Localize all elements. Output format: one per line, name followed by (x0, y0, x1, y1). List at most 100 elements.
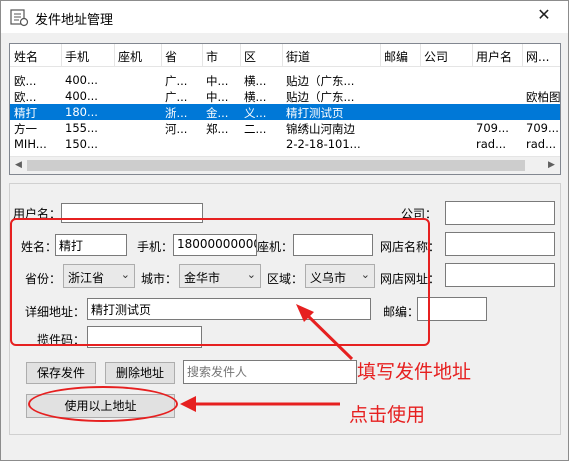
scrollbar-thumb[interactable] (27, 160, 525, 171)
phone-field[interactable]: 18000000000 (173, 234, 257, 256)
column-divider[interactable] (114, 44, 115, 66)
pickup-code-field[interactable] (87, 326, 202, 348)
column-divider[interactable] (240, 44, 241, 66)
table-cell: 浙... (165, 106, 188, 120)
table-cell: 欧... (14, 74, 37, 88)
table-cell: 广... (165, 74, 188, 88)
shop-url-field[interactable] (445, 263, 555, 287)
company-label: 公司： (401, 207, 438, 221)
column-header[interactable]: 公司 (424, 48, 448, 65)
shop-url-label: 网店网址： (380, 272, 441, 286)
table-row[interactable]: MIH... 150... 2-2-18-101... rad... rad... (10, 136, 560, 152)
table-row[interactable]: 方一 155... 河... 郑... 二... 锦绣山河南边 709... 709... (10, 120, 560, 136)
column-header[interactable]: 区 (244, 48, 256, 65)
shop-name-field[interactable] (445, 232, 555, 256)
column-divider[interactable] (161, 44, 162, 66)
chevron-down-icon: ⌄ (120, 268, 130, 281)
table-cell: 709... (526, 121, 559, 135)
zip-label: 邮编： (383, 305, 420, 319)
table-row[interactable]: 欧... 400... 广... 中... 横... 贴边（广东... (10, 72, 560, 88)
annotation-fill-address: 填写发件地址 (357, 361, 472, 383)
landline-label: 座机： (257, 240, 294, 254)
table-cell: 中... (206, 74, 229, 88)
table-cell: 横... (244, 90, 267, 104)
column-header[interactable]: 网... (526, 48, 549, 65)
title-bar: 发件地址管理 ✕ (1, 1, 568, 33)
city-value: 金华市 (184, 271, 221, 285)
table-cell: 二... (244, 122, 267, 136)
province-select[interactable]: 浙江省 ⌄ (63, 264, 135, 288)
column-header[interactable]: 座机 (118, 48, 142, 65)
app-icon (10, 9, 29, 27)
horizontal-scrollbar[interactable]: ◀ ▶ (10, 156, 560, 174)
table-cell: 郑... (206, 122, 229, 136)
name-label: 姓名： (21, 240, 58, 254)
province-value: 浙江省 (68, 271, 105, 285)
table-cell: 义... (244, 106, 267, 120)
city-select[interactable]: 金华市 ⌄ (179, 264, 261, 288)
table-cell: 400... (65, 89, 98, 103)
city-label: 城市： (141, 272, 178, 286)
table-cell: 贴边（广东... (286, 90, 355, 104)
table-cell: 欧柏图 (526, 90, 560, 104)
address-list[interactable]: 姓名 手机 座机 省 市 区 街道 邮编 公司 用户名 网... 欧... 400... 广... 中..… (9, 43, 561, 175)
table-cell: 中... (206, 90, 229, 104)
table-cell: rad... (526, 137, 557, 151)
district-select[interactable]: 义乌市 ⌄ (305, 264, 375, 288)
column-header[interactable]: 省 (165, 48, 177, 65)
zip-field[interactable] (417, 297, 487, 321)
shop-name-label: 网店名称： (380, 240, 441, 254)
table-cell: 精打 (14, 106, 37, 120)
table-cell: 锦绣山河南边 (286, 122, 355, 136)
table-row[interactable]: 精打 180... 浙... 金... 义... 精打测试页 (10, 104, 560, 120)
table-cell: 709... (476, 121, 509, 135)
delete-address-button[interactable]: 删除地址 (105, 362, 175, 384)
table-cell: MIH... (14, 137, 47, 151)
phone-label: 手机： (137, 240, 174, 254)
window-title: 发件地址管理 (35, 13, 114, 28)
column-divider[interactable] (472, 44, 473, 66)
pickup-code-label: 揽件码： (37, 333, 86, 347)
address-label: 详细地址： (25, 305, 86, 319)
address-field[interactable]: 精打测试页 (87, 298, 371, 320)
column-header[interactable]: 市 (206, 48, 218, 65)
search-sender-input[interactable] (183, 360, 357, 384)
table-row[interactable]: 欧... 400... 广... 中... 横... 贴边（广东... 欧柏图 (10, 88, 560, 104)
column-divider[interactable] (202, 44, 203, 66)
annotation-click-use: 点击使用 (349, 404, 426, 426)
table-cell: 150... (65, 137, 98, 151)
province-label: 省份： (25, 272, 62, 286)
table-cell: 400... (65, 73, 98, 87)
chevron-down-icon: ⌄ (360, 268, 370, 281)
column-divider[interactable] (522, 44, 523, 66)
column-header[interactable]: 邮编 (384, 48, 408, 65)
column-header[interactable]: 姓名 (14, 48, 38, 65)
table-cell: 河... (165, 122, 188, 136)
column-divider[interactable] (61, 44, 62, 66)
save-sender-button[interactable]: 保存发件 (26, 362, 96, 384)
scroll-left-icon[interactable]: ◀ (10, 157, 27, 174)
company-field[interactable] (445, 201, 555, 225)
table-cell: rad... (476, 137, 507, 151)
column-header[interactable]: 用户名 (476, 48, 512, 65)
landline-field[interactable] (293, 234, 373, 256)
chevron-down-icon: ⌄ (246, 268, 256, 281)
use-address-button[interactable]: 使用以上地址 (26, 394, 175, 418)
table-cell: 方一 (14, 122, 37, 136)
table-cell: 横... (244, 74, 267, 88)
close-icon[interactable]: ✕ (523, 3, 565, 29)
table-cell: 180... (65, 105, 98, 119)
username-field[interactable] (61, 203, 203, 223)
table-cell: 精打测试页 (286, 106, 344, 120)
column-header[interactable]: 手机 (65, 48, 89, 65)
table-cell: 欧... (14, 90, 37, 104)
table-cell: 金... (206, 106, 229, 120)
name-field[interactable]: 精打 (55, 234, 127, 256)
table-cell: 广... (165, 90, 188, 104)
column-divider[interactable] (420, 44, 421, 66)
column-divider[interactable] (380, 44, 381, 66)
column-header[interactable]: 街道 (286, 48, 310, 65)
scroll-right-icon[interactable]: ▶ (543, 157, 560, 174)
client-area: 姓名 手机 座机 省 市 区 街道 邮编 公司 用户名 网... 欧... 400... 广... 中..… (1, 33, 568, 460)
column-divider[interactable] (282, 44, 283, 66)
